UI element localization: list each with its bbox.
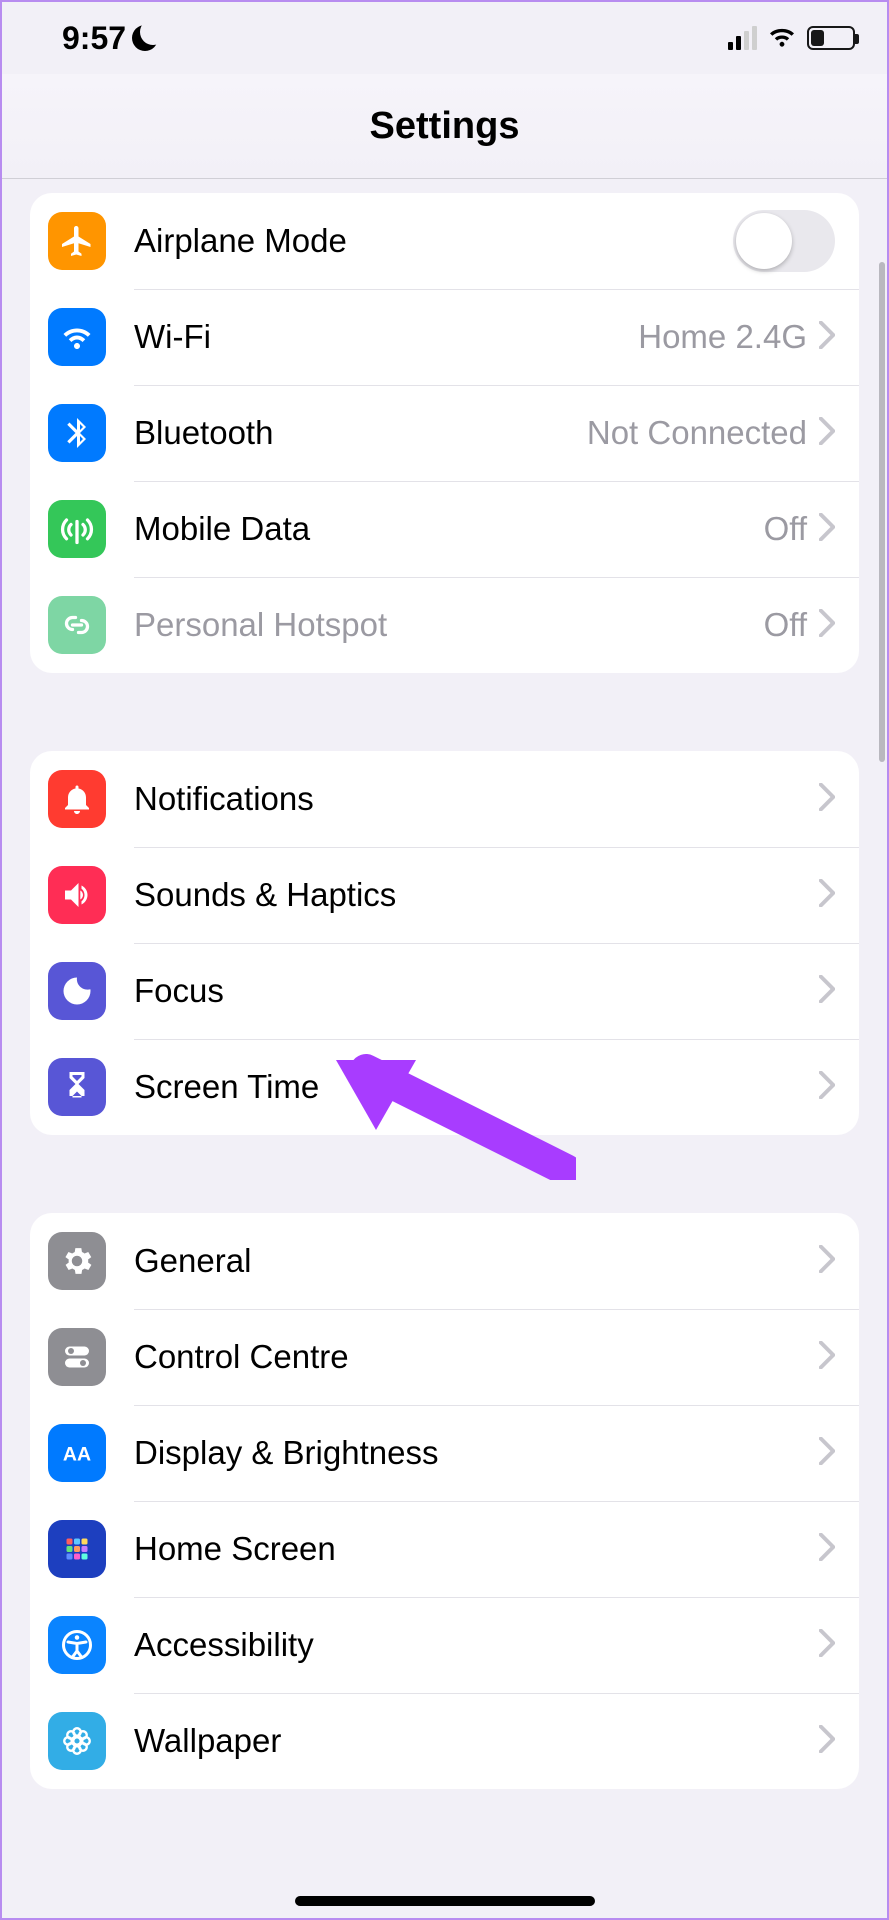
- row-value: Off: [764, 606, 807, 644]
- battery-icon: [807, 26, 855, 50]
- flower-icon: [48, 1712, 106, 1770]
- chevron-right-icon: [819, 1432, 835, 1475]
- chevron-right-icon: [819, 778, 835, 821]
- settings-content: Airplane Mode Wi-Fi Home 2.4G Bluetooth …: [2, 179, 887, 1789]
- row-label: Accessibility: [134, 1626, 819, 1664]
- row-label: Airplane Mode: [134, 222, 733, 260]
- row-label: General: [134, 1242, 819, 1280]
- hotspot-icon: [48, 596, 106, 654]
- cellular-icon: [728, 26, 757, 50]
- chevron-right-icon: [819, 970, 835, 1013]
- accessibility-icon: [48, 1616, 106, 1674]
- status-time: 9:57: [62, 20, 126, 57]
- row-label: Bluetooth: [134, 414, 587, 452]
- row-label: Focus: [134, 972, 819, 1010]
- chevron-right-icon: [819, 508, 835, 551]
- row-bluetooth[interactable]: Bluetooth Not Connected: [30, 385, 859, 481]
- gear-icon: [48, 1232, 106, 1290]
- moon-icon: [48, 962, 106, 1020]
- switches-icon: [48, 1328, 106, 1386]
- moon-icon: [132, 25, 158, 51]
- chevron-right-icon: [819, 1528, 835, 1571]
- row-airplane-mode[interactable]: Airplane Mode: [30, 193, 859, 289]
- row-label: Notifications: [134, 780, 819, 818]
- chevron-right-icon: [819, 1066, 835, 1109]
- chevron-right-icon: [819, 874, 835, 917]
- settings-group-device: General Control Centre AA Display & Brig…: [30, 1213, 859, 1789]
- speaker-icon: [48, 866, 106, 924]
- row-label: Personal Hotspot: [134, 606, 764, 644]
- settings-group-notifications: Notifications Sounds & Haptics Focus Scr…: [30, 751, 859, 1135]
- status-left: 9:57: [62, 20, 158, 57]
- scroll-indicator: [879, 262, 885, 762]
- aa-icon: AA: [48, 1424, 106, 1482]
- wifi-status-icon: [767, 20, 797, 57]
- row-label: Sounds & Haptics: [134, 876, 819, 914]
- chevron-right-icon: [819, 1240, 835, 1283]
- row-label: Wallpaper: [134, 1722, 819, 1760]
- row-sounds[interactable]: Sounds & Haptics: [30, 847, 859, 943]
- row-mobile-data[interactable]: Mobile Data Off: [30, 481, 859, 577]
- settings-group-connectivity: Airplane Mode Wi-Fi Home 2.4G Bluetooth …: [30, 193, 859, 673]
- row-value: Not Connected: [587, 414, 807, 452]
- row-label: Control Centre: [134, 1338, 819, 1376]
- row-label: Screen Time: [134, 1068, 819, 1106]
- row-display-brightness[interactable]: AA Display & Brightness: [30, 1405, 859, 1501]
- chevron-right-icon: [819, 316, 835, 359]
- chevron-right-icon: [819, 1624, 835, 1667]
- home-indicator[interactable]: [295, 1896, 595, 1906]
- row-general[interactable]: General: [30, 1213, 859, 1309]
- grid-icon: [48, 1520, 106, 1578]
- row-home-screen[interactable]: Home Screen: [30, 1501, 859, 1597]
- row-value: Home 2.4G: [638, 318, 807, 356]
- chevron-right-icon: [819, 1336, 835, 1379]
- antenna-icon: [48, 500, 106, 558]
- row-value: Off: [764, 510, 807, 548]
- status-bar: 9:57: [2, 2, 887, 74]
- row-notifications[interactable]: Notifications: [30, 751, 859, 847]
- row-label: Wi-Fi: [134, 318, 638, 356]
- airplane-icon: [48, 212, 106, 270]
- chevron-right-icon: [819, 1720, 835, 1763]
- row-label: Mobile Data: [134, 510, 764, 548]
- chevron-right-icon: [819, 412, 835, 455]
- row-focus[interactable]: Focus: [30, 943, 859, 1039]
- page-title: Settings: [2, 74, 887, 179]
- bluetooth-icon: [48, 404, 106, 462]
- row-wifi[interactable]: Wi-Fi Home 2.4G: [30, 289, 859, 385]
- status-right: [728, 20, 855, 57]
- row-label: Display & Brightness: [134, 1434, 819, 1472]
- row-accessibility[interactable]: Accessibility: [30, 1597, 859, 1693]
- row-personal-hotspot[interactable]: Personal Hotspot Off: [30, 577, 859, 673]
- bell-icon: [48, 770, 106, 828]
- row-wallpaper[interactable]: Wallpaper: [30, 1693, 859, 1789]
- row-screen-time[interactable]: Screen Time: [30, 1039, 859, 1135]
- chevron-right-icon: [819, 604, 835, 647]
- row-label: Home Screen: [134, 1530, 819, 1568]
- row-control-centre[interactable]: Control Centre: [30, 1309, 859, 1405]
- wifi-icon: [48, 308, 106, 366]
- svg-text:AA: AA: [63, 1444, 91, 1466]
- airplane-toggle[interactable]: [733, 210, 835, 272]
- hourglass-icon: [48, 1058, 106, 1116]
